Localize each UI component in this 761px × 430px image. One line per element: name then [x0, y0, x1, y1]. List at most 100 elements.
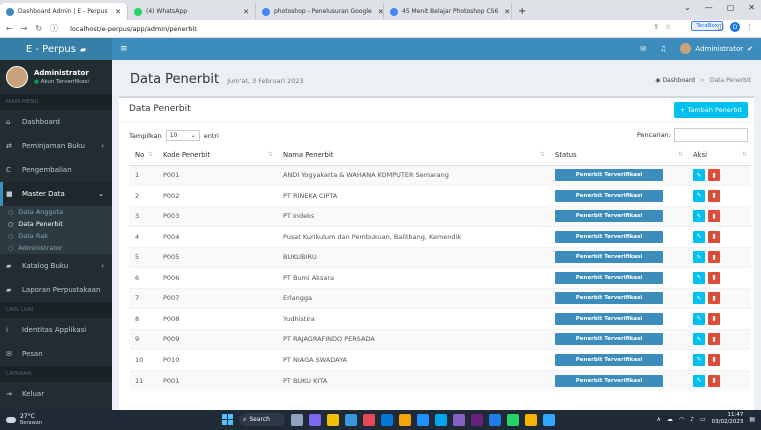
edit-button[interactable]: ✎: [693, 251, 705, 264]
delete-button[interactable]: ▮: [708, 169, 720, 182]
search-input[interactable]: [674, 128, 748, 142]
share-icon[interactable]: ⇪: [653, 23, 659, 31]
browser-tab[interactable]: Dashboard Admin | E - Perpus ✕: [0, 3, 128, 20]
browser-tab[interactable]: (4) WhatsApp ✕: [128, 3, 256, 20]
sidebar-subitem-administrator[interactable]: ○ Administrator: [0, 242, 112, 254]
battery-icon[interactable]: ▭: [700, 416, 706, 423]
new-tab-button[interactable]: +: [512, 3, 532, 20]
store-icon[interactable]: [345, 413, 357, 426]
browser-icon[interactable]: [435, 413, 447, 426]
add-penerbit-button[interactable]: + Tambah Penerbit: [674, 102, 748, 118]
notification-icon[interactable]: ▤: [749, 416, 755, 423]
sidebar-item-master-data[interactable]: ■ Master Data ⌄: [0, 182, 112, 206]
sidebar-subitem-anggota[interactable]: ○ Data Anggota: [0, 206, 112, 218]
entries-select[interactable]: 10 ⌄: [165, 130, 200, 141]
vscode-blue-icon[interactable]: [489, 413, 501, 426]
taskbar-search[interactable]: ⌕ Search: [239, 413, 285, 426]
file-explorer-icon[interactable]: [327, 413, 339, 426]
app-brand[interactable]: E - Perpus ▰: [0, 38, 112, 60]
chat-icon[interactable]: [309, 413, 321, 426]
windows-start-icon[interactable]: [222, 414, 233, 425]
delete-button[interactable]: ▮: [708, 271, 720, 284]
delete-button[interactable]: ▮: [708, 374, 720, 387]
sidepanel-icon[interactable]: ◫: [717, 23, 724, 31]
close-window-button[interactable]: ✕: [748, 3, 755, 12]
menu-dots-icon[interactable]: ⋮: [746, 23, 753, 31]
sort-icon: ⇅: [147, 151, 153, 159]
sidebar-item-pengembalian[interactable]: C Pengembalian: [0, 158, 112, 182]
column-header[interactable]: Nama Penerbit ⇅: [277, 146, 549, 166]
edit-button[interactable]: ✎: [693, 189, 705, 202]
back-icon[interactable]: ←: [6, 24, 13, 33]
delete-button[interactable]: ▮: [708, 353, 720, 366]
close-tab-icon[interactable]: ✕: [237, 8, 249, 16]
column-header[interactable]: No ⇅: [129, 146, 157, 166]
edit-button[interactable]: ✎: [693, 210, 705, 223]
edge-icon[interactable]: [417, 413, 429, 426]
delete-button[interactable]: ▮: [708, 210, 720, 223]
sidebar-item-keluar[interactable]: ⇥ Keluar: [0, 382, 112, 406]
edit-button[interactable]: ✎: [693, 292, 705, 305]
sidebar-subitem-penerbit[interactable]: ○ Data Penerbit: [0, 218, 112, 230]
tab-search-icon[interactable]: ⌄: [684, 3, 691, 12]
chrome-icon[interactable]: [399, 413, 411, 426]
sidebar-item-katalog[interactable]: ▰ Katalog Buku ‹: [0, 254, 112, 278]
edit-button[interactable]: ✎: [693, 333, 705, 346]
edit-button[interactable]: ✎: [693, 353, 705, 366]
column-header[interactable]: Aksi ⇅: [687, 146, 751, 166]
browser-tab[interactable]: 45 Menit Belajar Photoshop CS6 ✕: [384, 3, 512, 20]
column-header[interactable]: Status ⇅: [549, 146, 687, 166]
delete-button[interactable]: ▮: [708, 292, 720, 305]
tray-chevron-icon[interactable]: ∧: [656, 416, 660, 423]
user-menu[interactable]: Administrator ✔: [680, 43, 753, 54]
breadcrumb-home[interactable]: Dashboard: [662, 77, 695, 84]
vscode-icon[interactable]: [453, 413, 465, 426]
profile-avatar[interactable]: D: [730, 22, 740, 32]
cell-status: Penerbit Terverifikasi: [549, 205, 687, 227]
edit-button[interactable]: ✎: [693, 230, 705, 243]
photoshop-icon[interactable]: [543, 413, 555, 426]
wifi-icon[interactable]: ◠: [679, 416, 684, 423]
app-red-icon[interactable]: [363, 413, 375, 426]
forward-icon[interactable]: →: [21, 24, 28, 33]
sidebar-toggle-icon[interactable]: ≡: [120, 44, 128, 54]
bookmark-star-icon[interactable]: ☆: [665, 23, 671, 31]
delete-button[interactable]: ▮: [708, 251, 720, 264]
volume-icon[interactable]: ♪: [690, 416, 694, 423]
sidebar-item-identitas[interactable]: i Identitas Applikasi: [0, 318, 112, 342]
edit-button[interactable]: ✎: [693, 169, 705, 182]
visual-studio-icon[interactable]: [471, 413, 483, 426]
site-info-icon[interactable]: ⓘ: [50, 23, 58, 34]
reload-icon[interactable]: ↻: [35, 24, 42, 33]
task-view-icon[interactable]: [291, 413, 303, 426]
edit-button[interactable]: ✎: [693, 374, 705, 387]
mail-app-icon[interactable]: [381, 413, 393, 426]
delete-button[interactable]: ▮: [708, 230, 720, 243]
close-tab-icon[interactable]: ✕: [372, 8, 383, 16]
delete-button[interactable]: ▮: [708, 312, 720, 325]
edit-button[interactable]: ✎: [693, 271, 705, 284]
url-field[interactable]: localhost/e-perpus/app/admin/penerbit: [70, 25, 197, 33]
sidebar-item-peminjaman[interactable]: ⇄ Peminjaman Buku ‹: [0, 134, 112, 158]
sidebar-item-laporan[interactable]: ▰ Laporan Perpustakaan: [0, 278, 112, 302]
onedrive-icon[interactable]: ☁: [667, 416, 673, 423]
sidebar-subitem-rak[interactable]: ○ Data Rak: [0, 230, 112, 242]
mail-icon[interactable]: ✉: [640, 45, 646, 53]
minimize-button[interactable]: —: [705, 3, 713, 12]
column-header[interactable]: Kode Penerbit ⇅: [157, 146, 277, 166]
cell-aksi: ✎ ▮: [687, 226, 751, 247]
close-tab-icon[interactable]: ✕: [109, 8, 121, 16]
bell-icon[interactable]: ♫: [660, 45, 666, 53]
browser-tab[interactable]: photoshop - Penelusuran Google ✕: [256, 3, 384, 20]
close-tab-icon[interactable]: ✕: [498, 8, 510, 16]
sidebar-item-dashboard[interactable]: ⌂ Dashboard: [0, 110, 112, 134]
whatsapp-icon[interactable]: [507, 413, 519, 426]
weather-widget[interactable]: 27°C Berawan: [6, 413, 42, 426]
sidebar-item-pesan[interactable]: ✉ Pesan: [0, 342, 112, 366]
delete-button[interactable]: ▮: [708, 189, 720, 202]
clock[interactable]: 11:47 03/02/2023: [712, 412, 744, 426]
chrome-app-icon[interactable]: [525, 413, 537, 426]
maximize-button[interactable]: ▢: [727, 3, 735, 12]
delete-button[interactable]: ▮: [708, 333, 720, 346]
edit-button[interactable]: ✎: [693, 312, 705, 325]
